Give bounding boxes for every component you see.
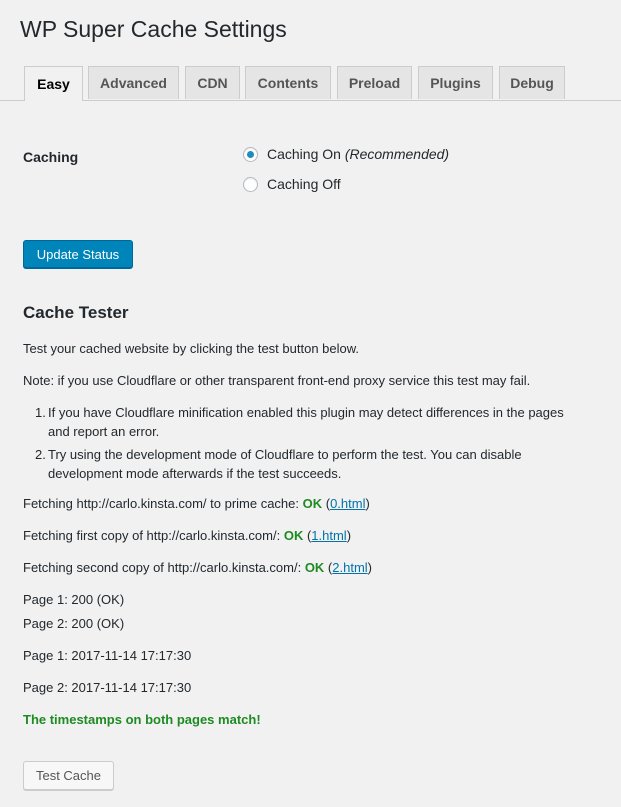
ok-status: OK	[283, 528, 304, 543]
timestamps-match-message: The timestamps on both pages match!	[23, 712, 261, 727]
list-line: Try using the development mode of Cloudf…	[48, 447, 522, 462]
page1-status: Page 1: 200 (OK)	[23, 592, 125, 607]
list-text: If you have Cloudflare minification enab…	[48, 403, 613, 441]
list-line: and report an error.	[48, 424, 160, 439]
tab-debug[interactable]: Debug	[499, 66, 565, 99]
tab-preload[interactable]: Preload	[337, 66, 412, 99]
list-line: development mode afterwards if the test …	[48, 466, 342, 481]
tab-easy[interactable]: Easy	[24, 66, 83, 101]
ok-status: OK	[304, 560, 325, 575]
page-title: WP Super Cache Settings	[20, 16, 287, 42]
list-line: If you have Cloudflare minification enab…	[48, 405, 564, 420]
page2-timestamp: Page 2: 2017-11-14 17:17:30	[23, 680, 192, 695]
fetch-text: Fetching first copy of http://carlo.kins…	[23, 528, 284, 543]
fetch-text: Fetching second copy of http://carlo.kin…	[23, 560, 305, 575]
fetch-link-0[interactable]: 0.html	[330, 496, 365, 511]
fetch-second-line: Fetching second copy of http://carlo.kin…	[23, 560, 373, 575]
caching-label: Caching	[23, 149, 79, 165]
caching-off-option[interactable]: Caching Off	[243, 176, 341, 192]
fetch-link-1[interactable]: 1.html	[311, 528, 346, 543]
ok-status: OK	[302, 496, 323, 511]
caching-off-radio[interactable]	[243, 176, 258, 192]
tab-cdn[interactable]: CDN	[185, 66, 240, 99]
caching-on-option[interactable]: Caching On (Recommended)	[243, 146, 449, 162]
list-text: Try using the development mode of Cloudf…	[48, 445, 613, 483]
fetch-text: Fetching http://carlo.kinsta.com/ to pri…	[23, 496, 303, 511]
tester-note: Note: if you use Cloudflare or other tra…	[23, 373, 531, 388]
test-cache-button[interactable]: Test Cache	[23, 761, 114, 790]
tab-advanced[interactable]: Advanced	[88, 66, 179, 99]
caching-off-label: Caching Off	[267, 176, 341, 192]
list-number: 1.	[35, 405, 46, 420]
fetch-prime-line: Fetching http://carlo.kinsta.com/ to pri…	[23, 496, 370, 511]
tester-list-item: 2. Try using the development mode of Clo…	[23, 445, 593, 485]
cache-tester-heading: Cache Tester	[23, 303, 129, 322]
caching-on-label: Caching On	[267, 146, 341, 162]
fetch-first-line: Fetching first copy of http://carlo.kins…	[23, 528, 352, 543]
update-status-button[interactable]: Update Status	[23, 240, 133, 268]
fetch-link-2[interactable]: 2.html	[332, 560, 367, 575]
tab-contents[interactable]: Contents	[245, 66, 331, 99]
page1-timestamp: Page 1: 2017-11-14 17:17:30	[23, 648, 192, 663]
tab-plugins[interactable]: Plugins	[418, 66, 493, 99]
list-number: 2.	[35, 447, 46, 462]
radio-selected-dot	[247, 150, 254, 158]
settings-tabs: Easy Advanced CDN Contents Preload Plugi…	[0, 65, 621, 101]
tester-intro: Test your cached website by clicking the…	[23, 341, 360, 356]
tester-list-item: 1. If you have Cloudflare minification e…	[23, 403, 593, 443]
caching-on-radio[interactable]	[243, 146, 258, 162]
recommended-note: (Recommended)	[344, 146, 450, 162]
page2-status: Page 2: 200 (OK)	[23, 616, 125, 631]
